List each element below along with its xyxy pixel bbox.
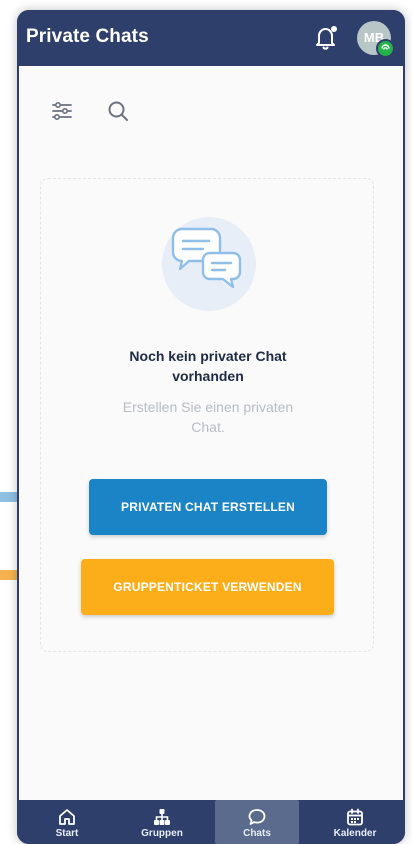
bottom-navigation: Start Gruppen Chats Kalender: [17, 800, 405, 844]
nav-item-chats[interactable]: Chats: [215, 800, 299, 844]
user-avatar[interactable]: MB: [357, 21, 395, 58]
app-screen: Private Chats MB Noch kein privater Chat…: [17, 10, 405, 844]
page-title: Private Chats: [26, 26, 149, 47]
bell-icon: [316, 26, 337, 50]
online-status-badge: [376, 39, 395, 58]
nav-item-start[interactable]: Start: [25, 800, 109, 844]
nav-label-chats: Chats: [243, 828, 271, 839]
empty-state-subtitle: Erstellen Sie einen privaten Chat.: [122, 399, 294, 435]
empty-state-card: Noch kein privater Chat vorhanden Erstel…: [40, 178, 374, 652]
chat-icon: [248, 809, 266, 825]
empty-state-title: Noch kein privater Chat vorhanden: [129, 348, 287, 384]
calendar-icon: [347, 808, 363, 826]
search-icon: [108, 101, 128, 121]
app-header: Private Chats MB: [17, 10, 405, 66]
nav-label-gruppen: Gruppen: [141, 828, 183, 839]
use-group-ticket-button[interactable]: GRUPPENTICKET VERWENDEN: [81, 559, 334, 615]
search-button[interactable]: [105, 98, 131, 124]
home-icon: [59, 809, 75, 825]
notifications-button[interactable]: [313, 24, 339, 52]
nav-item-kalender[interactable]: Kalender: [313, 800, 397, 844]
create-private-chat-button[interactable]: PRIVATEN CHAT ERSTELLEN: [89, 479, 327, 535]
filter-button[interactable]: [49, 98, 75, 124]
online-icon: [381, 44, 390, 50]
chat-bubbles-icon: [162, 217, 256, 311]
hierarchy-icon: [154, 809, 170, 825]
nav-label-kalender: Kalender: [333, 828, 377, 839]
nav-item-gruppen[interactable]: Gruppen: [120, 800, 204, 844]
nav-label-start: Start: [55, 828, 79, 839]
sliders-icon: [52, 102, 72, 120]
main-content: Noch kein privater Chat vorhanden Erstel…: [19, 66, 403, 800]
